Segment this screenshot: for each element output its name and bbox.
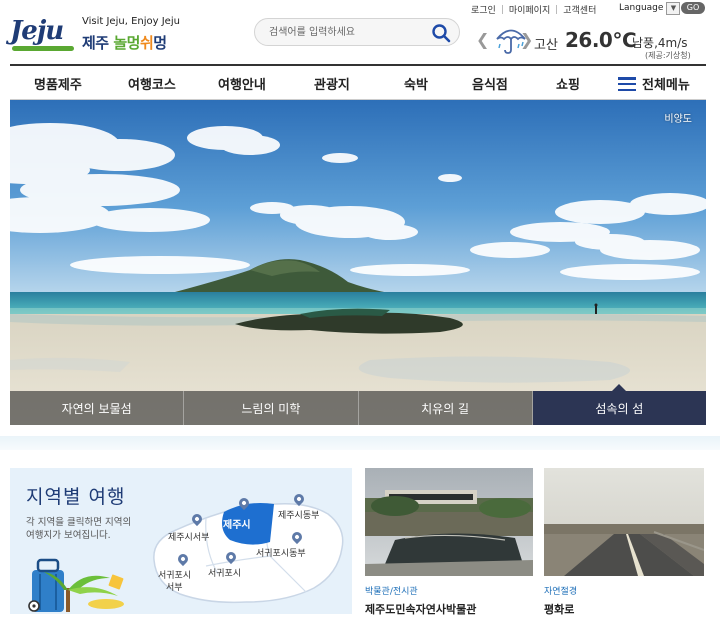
language-select[interactable]: Language ▼ <box>619 1 681 15</box>
map-area-jeju-si[interactable]: 제주시 <box>223 516 251 531</box>
attraction-card[interactable]: 자연절경 평화로 <box>544 468 704 628</box>
card-title: 제주도민속자연사박물관 <box>365 603 477 616</box>
hero-banner[interactable]: 비양도 자연의 보물섬 느림의 미학 치유의 길 섬속의 섬 <box>10 100 706 425</box>
card-image-museum <box>365 468 533 576</box>
jeju-logo-mark: Jeju <box>10 16 64 46</box>
hero-theme-tabs: 자연의 보물섬 느림의 미학 치유의 길 섬속의 섬 <box>10 384 706 425</box>
customer-center-link[interactable]: 고객센터 <box>563 3 596 16</box>
section-divider-band <box>0 436 720 450</box>
region-title: 지역별 여행 <box>26 486 126 508</box>
login-link[interactable]: 로그인 <box>471 3 496 16</box>
card-category: 박물관/전시관 <box>365 587 418 597</box>
region-description: 각 지역을 클릭하면 지역의 여행지가 보여집니다. <box>26 517 132 541</box>
chevron-right-icon[interactable]: ❯ <box>520 30 533 49</box>
main-nav: 명품제주 여행코스 여행안내 관광지 숙박 음식점 쇼핑 전체메뉴 <box>10 64 706 100</box>
weather-source: (제공:기상청) <box>645 51 691 60</box>
suitcase-illustration <box>28 558 124 612</box>
card-title: 평화로 <box>544 603 575 616</box>
go-button[interactable]: GO <box>681 2 705 14</box>
chevron-left-icon[interactable]: ❮ <box>476 30 489 49</box>
nav-item-lodging[interactable]: 숙박 <box>404 74 428 93</box>
divider <box>556 4 558 14</box>
map-area-seogwipo[interactable]: 서귀포시 <box>208 566 241 579</box>
tab-healing-road[interactable]: 치유의 길 <box>358 391 533 425</box>
logo-swoosh <box>12 46 74 51</box>
map-area-seogwipo-east[interactable]: 서귀포시동부 <box>256 546 306 559</box>
divider <box>501 4 503 14</box>
utility-links: 로그인 마이페이지 고객센터 <box>471 2 596 16</box>
tab-slow-beauty[interactable]: 느림의 미학 <box>184 391 359 425</box>
card-category: 자연절경 <box>544 587 578 597</box>
map-area-seogwipo-west-line2: 서부 <box>166 583 183 593</box>
tagline: Visit Jeju, Enjoy Jeju <box>82 16 180 27</box>
nav-item-premium-jeju[interactable]: 명품제주 <box>34 74 82 93</box>
attraction-card[interactable]: 박물관/전시관 제주도민속자연사박물관 <box>365 468 533 628</box>
search-box <box>254 18 460 46</box>
menu-icon[interactable] <box>618 77 636 91</box>
mypage-link[interactable]: 마이페이지 <box>509 3 550 16</box>
search-input[interactable] <box>269 24 429 41</box>
site-logo[interactable]: Jeju Visit Jeju, Enjoy Jeju 제주 놀멍쉬멍 <box>10 10 250 54</box>
nav-item-shopping[interactable]: 쇼핑 <box>556 74 580 93</box>
nav-item-travel-guide[interactable]: 여행안내 <box>218 74 266 93</box>
chevron-down-icon: ▼ <box>666 1 681 15</box>
tab-island-in-island[interactable]: 섬속의 섬 <box>532 384 706 425</box>
weather-temperature: 26.0℃ <box>565 28 637 52</box>
nav-item-attractions[interactable]: 관광지 <box>314 74 350 93</box>
weather-location: 고산 <box>534 38 558 53</box>
hero-image-biyangdo <box>10 100 706 425</box>
weather-wind: 남풍,4m/s <box>632 36 688 50</box>
weather-widget: ❮ ❯ 고산 26.0℃ 남풍,4m/s (제공:기상청) <box>476 22 716 62</box>
map-area-jeju-east[interactable]: 제주시동부 <box>278 508 319 521</box>
region-travel-card: 지역별 여행 각 지역을 클릭하면 지역의 여행지가 보여집니다. 제주시 제주… <box>10 468 352 614</box>
brand-slogan: 제주 놀멍쉬멍 <box>82 34 167 52</box>
search-icon[interactable] <box>431 23 451 43</box>
language-label: Language <box>619 3 664 13</box>
hero-location-caption: 비양도 <box>664 114 692 125</box>
all-menu-button[interactable]: 전체메뉴 <box>642 74 690 93</box>
nav-item-restaurants[interactable]: 음식점 <box>472 74 508 93</box>
tab-nature-treasure[interactable]: 자연의 보물섬 <box>10 391 185 425</box>
nav-item-travel-course[interactable]: 여행코스 <box>128 74 176 93</box>
card-image-road <box>544 468 704 576</box>
map-area-jeju-west[interactable]: 제주시서부 <box>168 530 209 543</box>
